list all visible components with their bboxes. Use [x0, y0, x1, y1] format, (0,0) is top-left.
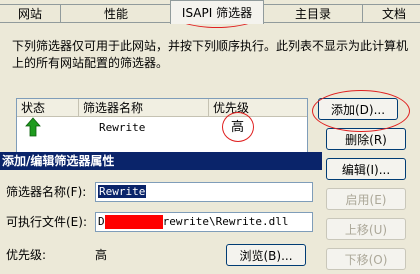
- executable-label: 可执行文件(E):: [6, 215, 87, 229]
- tab-performance[interactable]: 性能: [60, 4, 172, 23]
- green-up-arrow-icon: [25, 117, 41, 137]
- tab-label: 文档: [381, 7, 406, 21]
- side-button-panel: 编辑(I)... 启用(E) 上移(U) 下移(O): [322, 152, 420, 274]
- tab-home-directory[interactable]: 主目录: [262, 4, 364, 23]
- column-header-status[interactable]: 状态: [17, 99, 79, 117]
- column-header-priority[interactable]: 优先级: [209, 99, 307, 117]
- filter-description: 下列筛选器仅可用于此网站，并按下列顺序执行。此列表不显示为此计算机上的所有网站配…: [12, 39, 409, 70]
- enable-button[interactable]: 启用(E): [326, 188, 406, 210]
- tab-label: ISAPI 筛选器: [181, 6, 253, 20]
- redaction-block: [104, 215, 163, 229]
- tab-label: 主目录: [294, 7, 331, 21]
- tab-website[interactable]: 网站: [0, 4, 62, 23]
- add-button[interactable]: 添加(D)...: [318, 98, 398, 120]
- tab-label: 性能: [103, 7, 128, 21]
- filter-name-label: 筛选器名称(F):: [6, 185, 87, 199]
- tab-strip: 网站 性能 ISAPI 筛选器 主目录 文档: [0, 0, 420, 24]
- filter-name-value: Rewrite: [98, 185, 147, 198]
- edit-button[interactable]: 编辑(I)...: [326, 158, 406, 180]
- move-down-button[interactable]: 下移(O): [326, 248, 406, 270]
- move-up-button[interactable]: 上移(U): [326, 218, 406, 240]
- executable-field[interactable]: Drewrite\Rewrite.dll: [95, 212, 313, 232]
- priority-label: 优先级:: [6, 248, 47, 262]
- executable-prefix: D: [98, 215, 105, 228]
- add-edit-filter-dialog: 添加/编辑筛选器属性 筛选器名称(F): Rewrite 可执行文件(E): D…: [0, 152, 324, 274]
- browse-button[interactable]: 浏览(B)...: [226, 244, 306, 266]
- executable-path: rewrite\Rewrite.dll: [162, 215, 289, 228]
- dialog-title: 添加/编辑筛选器属性: [0, 152, 322, 170]
- delete-button[interactable]: 删除(R): [326, 128, 406, 150]
- tab-isapi-filters[interactable]: ISAPI 筛选器: [170, 0, 264, 24]
- tab-documents[interactable]: 文档: [362, 4, 420, 23]
- column-header-name[interactable]: 筛选器名称: [79, 99, 209, 117]
- filter-name-cell: Rewrite: [99, 121, 146, 134]
- tab-label: 网站: [17, 7, 42, 21]
- filter-priority-cell: 高: [231, 120, 245, 135]
- priority-value: 高: [95, 248, 108, 262]
- filter-name-field[interactable]: Rewrite: [95, 182, 313, 202]
